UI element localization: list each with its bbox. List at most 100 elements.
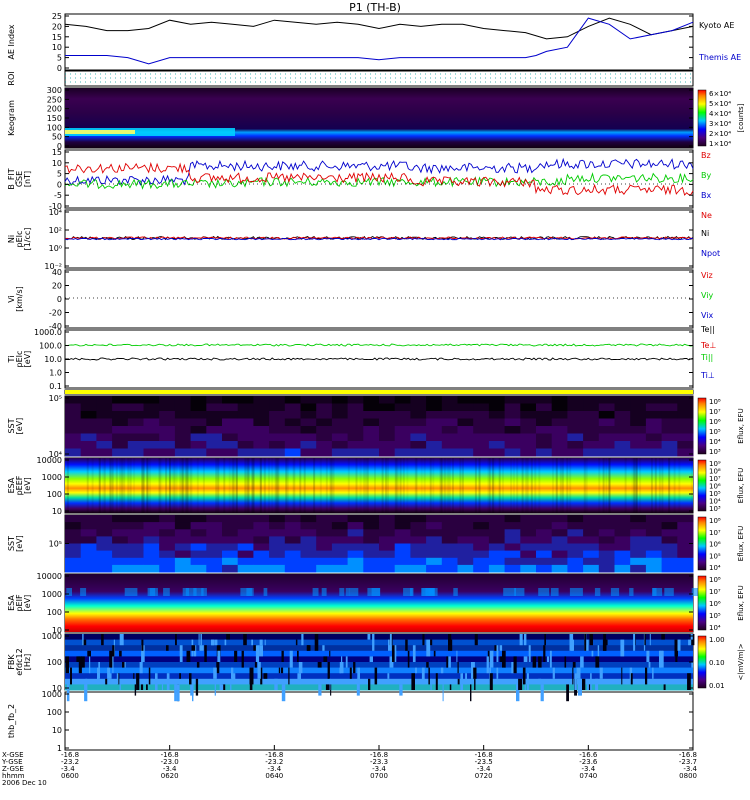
sst_i-cell [96, 564, 113, 573]
esa-e-texture [513, 458, 515, 513]
fbk-texture [314, 634, 319, 651]
sst_i-cell [331, 543, 349, 552]
sst_e-cell [441, 433, 458, 442]
fbk-texture [155, 673, 158, 690]
sst_i-cell [331, 564, 349, 573]
fbk-texture [136, 673, 140, 690]
sst_e-cell [630, 441, 647, 449]
sst_e-cell [316, 396, 333, 404]
fbk-texture [297, 650, 299, 662]
sst_i-cell [441, 515, 458, 523]
sst_e-cell [630, 426, 647, 434]
sst_i-cell [222, 536, 239, 544]
fbk-texture [528, 645, 531, 662]
sst_e-cell [174, 426, 192, 434]
sst_i-cell [300, 557, 317, 566]
sst_i-cell [551, 543, 568, 552]
sst_e-cell [316, 418, 333, 427]
sst_i-cell [237, 564, 254, 573]
fbk-texture [219, 684, 224, 690]
sst_i-cell [441, 557, 458, 566]
fbk-texture [587, 684, 589, 690]
fbk-texture [522, 667, 526, 685]
esa-i-burst [428, 588, 438, 596]
sst_i-cell [441, 536, 458, 544]
sst_i-cell [65, 522, 82, 530]
sst_e-cell [504, 433, 521, 442]
sst_e-cell [222, 441, 239, 449]
sst_e-cell [222, 403, 239, 412]
sst_i-cell [520, 529, 537, 537]
esa-e-texture [521, 458, 524, 513]
esa-e-texture [123, 458, 126, 513]
ylabel-thb_fb: thb_fb_2 [7, 704, 16, 738]
fbk-texture [107, 667, 111, 679]
fbk-texture [327, 662, 330, 679]
sst_i-cell [253, 550, 270, 559]
ytick-label-thb_fb: 1000 [42, 690, 62, 699]
esa-e-texture [235, 458, 238, 513]
fbk-texture [633, 634, 636, 651]
esa-i-burst [182, 588, 189, 596]
sst_i-cell [222, 529, 239, 537]
sst_i-cell [112, 564, 129, 573]
xtick-label: 0740 [579, 772, 597, 780]
ytick-label-bfield: 10 [52, 159, 62, 168]
sst_i-cell [426, 543, 443, 552]
esa-e-texture [381, 458, 384, 513]
sst_i-cell [457, 529, 474, 537]
fbk-texture [440, 667, 444, 674]
esa-i-burst [263, 588, 268, 596]
sst_e-cell [520, 426, 537, 434]
sst_i-cell [630, 543, 647, 552]
esa-e-texture [252, 458, 255, 513]
sst_i-cell [222, 550, 239, 559]
ytick-label-temperature: 1000.0 [34, 328, 62, 337]
fbk-texture [259, 645, 263, 657]
sst_e-cell [284, 448, 301, 457]
sst_e-cell [426, 403, 443, 412]
ytick-label-esa_e: 10000 [37, 456, 62, 465]
sst_e-cell [677, 396, 694, 404]
sst_e-cell [96, 441, 113, 449]
fbk-texture [519, 634, 523, 646]
sst_i-cell [174, 543, 192, 552]
frame-roi [64, 70, 694, 87]
sst_i-cell [379, 557, 396, 566]
sst_i-cell [253, 529, 270, 537]
sst_e-cell [174, 441, 192, 449]
sst_i-cell [316, 543, 333, 552]
keogram-bright-core [65, 130, 135, 134]
fbk-texture [249, 667, 254, 685]
sst_e-cell [473, 433, 490, 442]
sst_i-cell [536, 529, 553, 537]
sst_e-cell [410, 433, 427, 442]
sst_i-cell [379, 536, 396, 544]
sst_i-cell [536, 515, 553, 523]
sst_i-cell [206, 564, 223, 573]
sst_e-cell [630, 403, 647, 412]
ytick-label-thb_fb: 100 [47, 708, 62, 717]
sst_e-cell [457, 448, 474, 457]
sst_i-cell [473, 515, 490, 523]
sst_e-cell [159, 396, 176, 404]
sst_i-cell [347, 543, 364, 552]
sst_i-cell [80, 543, 97, 552]
fbk-texture [198, 634, 200, 646]
fbk-texture [659, 650, 664, 668]
colorbar-tick-sst_i: 10⁷ [709, 529, 721, 537]
esa-e-texture [165, 458, 168, 513]
sst_e-cell [80, 418, 97, 427]
fbk-texture [281, 684, 286, 702]
fbk-texture [661, 634, 665, 640]
sst_i-cell [598, 522, 615, 530]
sst_e-cell [347, 448, 364, 457]
sst_e-cell [316, 411, 333, 419]
ae-legend-0: Kyoto AE [699, 21, 734, 30]
fbk-texture [580, 656, 584, 668]
sst_e-cell [598, 418, 615, 427]
sst_e-cell [331, 418, 349, 427]
sst_e-cell [426, 448, 443, 457]
esa-i-burst [80, 588, 87, 596]
bfield-legend-1: By [701, 171, 711, 180]
